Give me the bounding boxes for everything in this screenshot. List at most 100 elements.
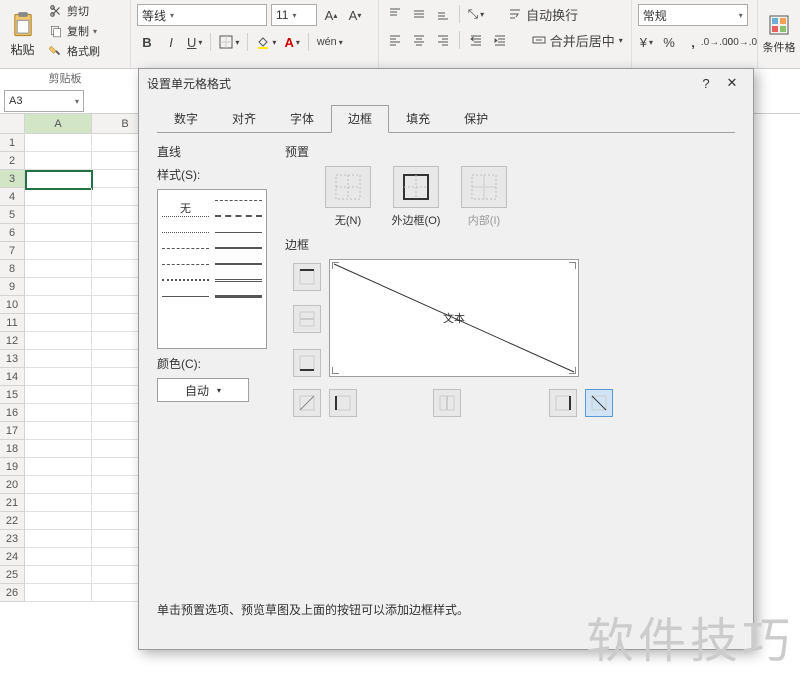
row-header[interactable]: 14 (0, 368, 25, 386)
number-format-combo[interactable]: 常规▾ (638, 4, 748, 26)
cell[interactable] (25, 566, 92, 584)
cell[interactable] (25, 584, 92, 602)
style-option[interactable] (215, 215, 262, 217)
border-diag-down-button[interactable] (585, 389, 613, 417)
underline-button[interactable]: U▾ (185, 32, 204, 52)
orientation-button[interactable]: ⤡▾ (466, 4, 486, 24)
dialog-tab[interactable]: 数字 (157, 105, 215, 133)
cell[interactable] (25, 188, 92, 206)
cell[interactable] (25, 458, 92, 476)
increase-font-button[interactable]: A▴ (321, 5, 341, 25)
style-option[interactable] (162, 264, 209, 265)
close-button[interactable]: ✕ (719, 72, 745, 94)
border-top-button[interactable] (293, 263, 321, 291)
row-header[interactable]: 17 (0, 422, 25, 440)
row-header[interactable]: 9 (0, 278, 25, 296)
cell[interactable] (25, 440, 92, 458)
align-left-button[interactable] (385, 30, 405, 50)
dialog-tab[interactable]: 填充 (389, 105, 447, 133)
select-all-corner[interactable] (0, 114, 25, 134)
row-header[interactable]: 13 (0, 350, 25, 368)
font-size-combo[interactable]: 11▾ (271, 4, 317, 26)
paste-button[interactable]: 粘贴 (0, 0, 45, 68)
align-top-button[interactable] (385, 4, 405, 24)
align-center-button[interactable] (409, 30, 429, 50)
style-option[interactable] (215, 232, 262, 233)
wrap-text-button[interactable]: 自动换行 (506, 4, 580, 24)
percent-button[interactable]: % (659, 32, 679, 52)
align-right-button[interactable] (433, 30, 453, 50)
italic-button[interactable]: I (161, 32, 181, 52)
cell[interactable] (25, 368, 92, 386)
row-header[interactable]: 12 (0, 332, 25, 350)
row-header[interactable]: 15 (0, 386, 25, 404)
cell[interactable] (25, 548, 92, 566)
row-header[interactable]: 3 (0, 170, 25, 188)
cell[interactable] (25, 512, 92, 530)
dialog-tab[interactable]: 对齐 (215, 105, 273, 133)
row-header[interactable]: 26 (0, 584, 25, 602)
row-header[interactable]: 22 (0, 512, 25, 530)
font-name-combo[interactable]: 等线▾ (137, 4, 267, 26)
cell[interactable] (25, 296, 92, 314)
decrease-indent-button[interactable] (466, 30, 486, 50)
style-option[interactable] (215, 279, 262, 282)
border-hmid-button[interactable] (293, 305, 321, 333)
phonetic-button[interactable]: wén▾ (315, 32, 345, 52)
cell[interactable] (25, 422, 92, 440)
borders-button[interactable]: ▾ (217, 32, 241, 52)
cut-button[interactable]: 剪切 (49, 2, 126, 20)
format-painter-button[interactable]: 格式刷 (49, 42, 126, 60)
border-right-button[interactable] (549, 389, 577, 417)
style-option[interactable] (162, 216, 209, 217)
row-header[interactable]: 2 (0, 152, 25, 170)
align-bottom-button[interactable] (433, 4, 453, 24)
row-header[interactable]: 8 (0, 260, 25, 278)
row-header[interactable]: 19 (0, 458, 25, 476)
cell[interactable] (25, 350, 92, 368)
cell[interactable] (25, 224, 92, 242)
style-option[interactable] (162, 232, 209, 233)
color-combo[interactable]: 自动▾ (157, 378, 249, 402)
copy-button[interactable]: 复制▾ (49, 22, 126, 40)
style-option[interactable] (215, 295, 262, 298)
cell[interactable] (25, 332, 92, 350)
cell[interactable] (25, 206, 92, 224)
row-header[interactable]: 16 (0, 404, 25, 422)
style-option[interactable] (215, 263, 262, 265)
fill-color-button[interactable]: ▾ (254, 32, 278, 52)
style-option[interactable] (215, 247, 262, 249)
row-header[interactable]: 10 (0, 296, 25, 314)
dialog-tab[interactable]: 保护 (447, 105, 505, 133)
row-header[interactable]: 20 (0, 476, 25, 494)
border-preview[interactable]: 文本 (329, 259, 579, 377)
style-option[interactable] (162, 279, 209, 281)
row-header[interactable]: 18 (0, 440, 25, 458)
dialog-tab[interactable]: 字体 (273, 105, 331, 133)
style-option[interactable] (162, 248, 209, 249)
cell[interactable] (25, 530, 92, 548)
row-header[interactable]: 25 (0, 566, 25, 584)
font-color-button[interactable]: A▾ (282, 32, 301, 52)
decrease-font-button[interactable]: A▾ (345, 5, 365, 25)
row-header[interactable]: 1 (0, 134, 25, 152)
border-diag-up-button[interactable] (293, 389, 321, 417)
increase-indent-button[interactable] (490, 30, 510, 50)
cell[interactable] (25, 152, 92, 170)
cell[interactable] (25, 386, 92, 404)
cell[interactable] (25, 134, 92, 152)
row-header[interactable]: 21 (0, 494, 25, 512)
help-button[interactable]: ? (693, 72, 719, 94)
preset-inside[interactable]: 内部(I) (459, 166, 509, 228)
cell[interactable] (25, 278, 92, 296)
align-middle-button[interactable] (409, 4, 429, 24)
row-header[interactable]: 11 (0, 314, 25, 332)
dialog-tab[interactable]: 边框 (331, 105, 389, 133)
decrease-decimal-button[interactable]: .00→.0 (731, 32, 751, 52)
preset-none[interactable]: 无(N) (323, 166, 373, 228)
row-header[interactable]: 24 (0, 548, 25, 566)
cell[interactable] (25, 476, 92, 494)
row-header[interactable]: 23 (0, 530, 25, 548)
cell[interactable] (25, 170, 93, 190)
style-option[interactable] (215, 200, 262, 201)
